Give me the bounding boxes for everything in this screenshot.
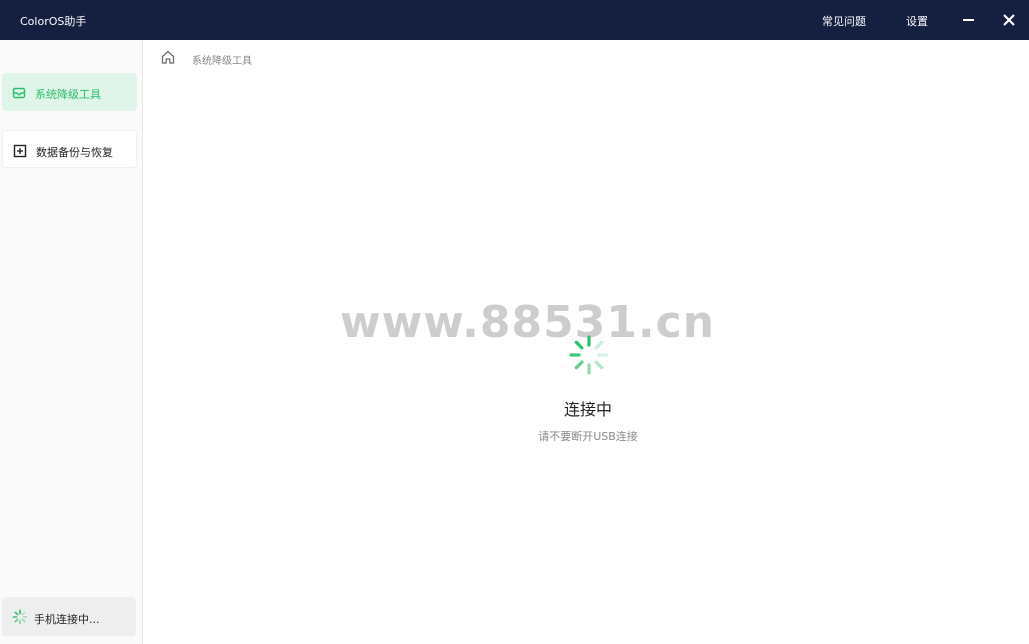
plus-square-icon bbox=[13, 144, 27, 158]
faq-link[interactable]: 常见问题 bbox=[822, 13, 866, 29]
minimize-icon[interactable] bbox=[960, 12, 976, 28]
sidebar-item-label: 数据备份与恢复 bbox=[36, 146, 113, 159]
sidebar-item-system-downgrade[interactable]: 系统降级工具 bbox=[2, 73, 137, 111]
connection-status-subtitle: 请不要断开USB连接 bbox=[538, 430, 638, 443]
loading-spinner-icon bbox=[12, 609, 28, 625]
loading-spinner-icon bbox=[568, 334, 610, 376]
watermark: www.88531.cn bbox=[340, 297, 716, 348]
sidebar-item-label: 系统降级工具 bbox=[35, 88, 101, 101]
title-bar: ColorOS助手 常见问题 设置 bbox=[0, 0, 1029, 40]
app-title: ColorOS助手 bbox=[20, 15, 87, 28]
sidebar: 系统降级工具 数据备份与恢复 手机连接中... bbox=[0, 40, 143, 644]
breadcrumb-current: 系统降级工具 bbox=[192, 56, 252, 67]
close-icon[interactable] bbox=[1000, 11, 1018, 29]
phone-status-label: 手机连接中... bbox=[34, 613, 100, 626]
settings-link[interactable]: 设置 bbox=[906, 13, 928, 29]
connection-status-title: 连接中 bbox=[563, 400, 612, 419]
inbox-tray-icon bbox=[12, 86, 26, 100]
phone-connection-status: 手机连接中... bbox=[2, 597, 136, 636]
sidebar-item-data-backup[interactable]: 数据备份与恢复 bbox=[2, 130, 137, 168]
home-icon[interactable] bbox=[160, 49, 176, 65]
